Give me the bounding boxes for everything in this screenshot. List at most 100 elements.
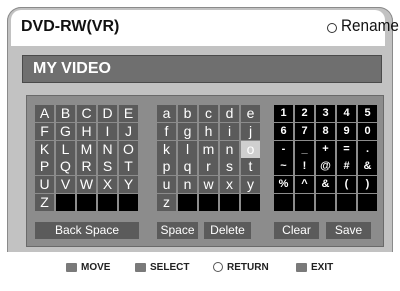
device-label: DVD-RW(VR) <box>21 18 120 35</box>
key-blank[interactable] <box>274 194 293 211</box>
key-blank[interactable] <box>295 194 314 211</box>
key-upper-4-3[interactable]: X <box>98 176 117 194</box>
key-blank[interactable] <box>199 194 218 211</box>
key-lower-0-0[interactable]: a <box>157 105 176 122</box>
clear-button[interactable]: Clear <box>274 222 319 239</box>
key-lower-3-3[interactable]: s <box>220 158 239 176</box>
key-sym-2-3[interactable]: = <box>337 140 356 158</box>
key-blank[interactable] <box>77 194 96 211</box>
key-lower-2-1[interactable]: l <box>178 140 197 158</box>
key-blank[interactable] <box>56 194 75 211</box>
key-lower-0-4[interactable]: e <box>241 105 260 122</box>
key-sym-2-1[interactable]: _ <box>295 140 314 158</box>
return-icon <box>213 262 223 273</box>
key-sym-0-4[interactable]: 5 <box>358 105 377 122</box>
key-lower-1-1[interactable]: g <box>178 122 197 140</box>
key-upper-3-4[interactable]: T <box>119 158 138 176</box>
key-upper-0-4[interactable]: E <box>119 105 138 122</box>
key-sym-0-3[interactable]: 4 <box>337 105 356 122</box>
key-sym-4-4[interactable]: ) <box>358 176 377 194</box>
key-upper-5-0[interactable]: Z <box>35 194 54 211</box>
key-lower-1-3[interactable]: i <box>220 122 239 140</box>
key-lower-4-2[interactable]: w <box>199 176 218 194</box>
key-blank[interactable] <box>241 194 260 211</box>
key-upper-4-2[interactable]: W <box>77 176 96 194</box>
key-sym-3-4[interactable]: & <box>358 158 377 176</box>
key-lower-3-0[interactable]: p <box>157 158 176 176</box>
key-lower-0-2[interactable]: c <box>199 105 218 122</box>
key-upper-1-4[interactable]: J <box>119 122 138 140</box>
key-upper-0-2[interactable]: C <box>77 105 96 122</box>
key-lower-2-4[interactable]: o <box>241 140 260 158</box>
key-upper-0-3[interactable]: D <box>98 105 117 122</box>
delete-button[interactable]: Delete <box>204 222 251 239</box>
key-upper-3-1[interactable]: Q <box>56 158 75 176</box>
key-blank[interactable] <box>119 194 138 211</box>
key-lower-4-0[interactable]: u <box>157 176 176 194</box>
key-upper-1-0[interactable]: F <box>35 122 54 140</box>
key-upper-1-1[interactable]: G <box>56 122 75 140</box>
key-upper-4-0[interactable]: U <box>35 176 54 194</box>
key-blank[interactable] <box>98 194 117 211</box>
key-upper-1-3[interactable]: I <box>98 122 117 140</box>
key-sym-1-2[interactable]: 8 <box>316 122 335 140</box>
key-lower-1-0[interactable]: f <box>157 122 176 140</box>
key-sym-3-0[interactable]: ~ <box>274 158 293 176</box>
key-sym-0-0[interactable]: 1 <box>274 105 293 122</box>
key-blank[interactable] <box>358 194 377 211</box>
space-button[interactable]: Space <box>157 222 198 239</box>
key-upper-0-1[interactable]: B <box>56 105 75 122</box>
key-sym-4-0[interactable]: % <box>274 176 293 194</box>
key-upper-2-1[interactable]: L <box>56 140 75 158</box>
key-sym-4-1[interactable]: ^ <box>295 176 314 194</box>
key-sym-0-1[interactable]: 2 <box>295 105 314 122</box>
key-sym-0-2[interactable]: 3 <box>316 105 335 122</box>
name-input-value: MY VIDEO <box>33 60 111 77</box>
key-sym-1-4[interactable]: 0 <box>358 122 377 140</box>
key-lower-3-4[interactable]: t <box>241 158 260 176</box>
key-lower-2-3[interactable]: n <box>220 140 239 158</box>
key-sym-3-2[interactable]: @ <box>316 158 335 176</box>
menu-icon <box>296 262 307 272</box>
key-upper-1-2[interactable]: H <box>77 122 96 140</box>
key-sym-4-3[interactable]: ( <box>337 176 356 194</box>
save-button[interactable]: Save <box>326 222 371 239</box>
key-sym-4-2[interactable]: & <box>316 176 335 194</box>
key-lower-4-1[interactable]: n <box>178 176 197 194</box>
key-blank[interactable] <box>316 194 335 211</box>
key-upper-4-4[interactable]: Y <box>119 176 138 194</box>
key-blank[interactable] <box>178 194 197 211</box>
key-upper-0-0[interactable]: A <box>35 105 54 122</box>
key-lower-3-2[interactable]: r <box>199 158 218 176</box>
key-sym-2-2[interactable]: + <box>316 140 335 158</box>
key-lower-3-1[interactable]: q <box>178 158 197 176</box>
key-upper-2-3[interactable]: N <box>98 140 117 158</box>
key-upper-3-2[interactable]: R <box>77 158 96 176</box>
key-lower-1-4[interactable]: j <box>241 122 260 140</box>
key-sym-2-0[interactable]: - <box>274 140 293 158</box>
key-lower-2-0[interactable]: k <box>157 140 176 158</box>
key-sym-1-1[interactable]: 7 <box>295 122 314 140</box>
key-upper-2-2[interactable]: M <box>77 140 96 158</box>
key-lower-0-1[interactable]: b <box>178 105 197 122</box>
key-upper-4-1[interactable]: V <box>56 176 75 194</box>
key-upper-2-0[interactable]: K <box>35 140 54 158</box>
key-lower-4-3[interactable]: x <box>220 176 239 194</box>
key-lower-1-2[interactable]: h <box>199 122 218 140</box>
key-blank[interactable] <box>220 194 239 211</box>
key-upper-3-3[interactable]: S <box>98 158 117 176</box>
key-sym-1-3[interactable]: 9 <box>337 122 356 140</box>
name-input[interactable]: MY VIDEO <box>22 55 382 83</box>
key-blank[interactable] <box>337 194 356 211</box>
key-lower-4-4[interactable]: y <box>241 176 260 194</box>
key-sym-1-0[interactable]: 6 <box>274 122 293 140</box>
key-upper-2-4[interactable]: O <box>119 140 138 158</box>
key-lower-2-2[interactable]: m <box>199 140 218 158</box>
key-sym-3-1[interactable]: ! <box>295 158 314 176</box>
key-lower-0-3[interactable]: d <box>220 105 239 122</box>
key-sym-3-3[interactable]: # <box>337 158 356 176</box>
key-sym-2-4[interactable]: . <box>358 140 377 158</box>
key-upper-3-0[interactable]: P <box>35 158 54 176</box>
key-lower-5-0[interactable]: z <box>157 194 176 211</box>
backspace-button[interactable]: Back Space <box>35 222 139 239</box>
